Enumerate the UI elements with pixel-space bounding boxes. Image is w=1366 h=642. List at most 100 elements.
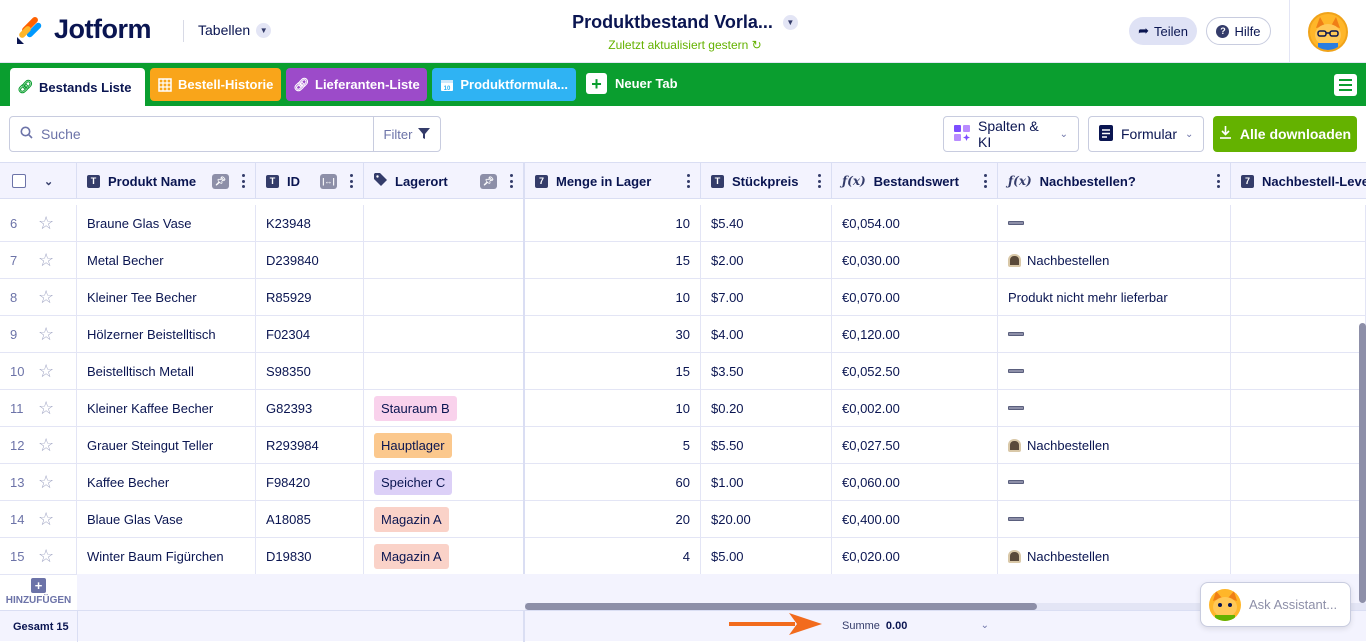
id-cell[interactable]: R85929 — [256, 279, 364, 315]
quantity-cell[interactable]: 4 — [525, 538, 701, 574]
form-button[interactable]: Formular ⌄ — [1088, 116, 1204, 152]
reorder-level-cell[interactable] — [1231, 464, 1366, 500]
column-header-reorder[interactable]: ƒ(x) Nachbestellen? — [998, 163, 1231, 199]
column-menu-icon[interactable] — [350, 174, 353, 188]
star-icon[interactable]: ☆ — [38, 362, 54, 380]
product-name-cell[interactable]: Kleiner Kaffee Becher — [77, 390, 256, 426]
location-cell[interactable]: Magazin A — [364, 538, 524, 574]
product-name-cell[interactable]: Kleiner Tee Becher — [77, 279, 256, 315]
star-icon[interactable]: ☆ — [38, 325, 54, 343]
tab-bestell-historie[interactable]: Bestell-Historie — [150, 68, 281, 101]
quantity-cell[interactable]: 10 — [525, 205, 701, 241]
stock-value-cell[interactable]: €0,002.00 — [832, 390, 998, 426]
column-menu-icon[interactable] — [687, 174, 690, 188]
table-row[interactable]: 6 ☆ Braune Glas Vase K23948 10 $5.40 €0,054.00 — [0, 205, 1366, 242]
quantity-cell[interactable]: 60 — [525, 464, 701, 500]
add-row-button[interactable]: + HINZUFÜGEN — [0, 574, 77, 610]
unit-price-cell[interactable]: $5.50 — [701, 427, 832, 463]
stock-value-cell[interactable]: €0,052.50 — [832, 353, 998, 389]
reorder-level-cell[interactable] — [1231, 242, 1366, 278]
quantity-cell[interactable]: 30 — [525, 316, 701, 352]
product-name-cell[interactable]: Beistelltisch Metall — [77, 353, 256, 389]
table-row[interactable]: 10 ☆ Beistelltisch Metall S98350 15 $3.50 €0,0… — [0, 353, 1366, 390]
stock-value-cell[interactable]: €0,070.00 — [832, 279, 998, 315]
table-row[interactable]: 9 ☆ Hölzerner Beistelltisch F02304 30 $4.00 €0… — [0, 316, 1366, 353]
quantity-cell[interactable]: 15 — [525, 242, 701, 278]
select-all-checkbox[interactable] — [12, 174, 26, 188]
tables-menu[interactable]: Tabellen ▼ — [198, 22, 272, 38]
unit-price-cell[interactable]: $0.20 — [701, 390, 832, 426]
reorder-level-cell[interactable] — [1231, 279, 1366, 315]
new-tab-button[interactable]: + Neuer Tab — [586, 73, 678, 94]
hamburger-menu-button[interactable] — [1334, 74, 1357, 96]
stock-value-cell[interactable]: €0,030.00 — [832, 242, 998, 278]
quantity-cell[interactable]: 5 — [525, 427, 701, 463]
id-cell[interactable]: A18085 — [256, 501, 364, 537]
ask-assistant-button[interactable]: Ask Assistant... — [1200, 582, 1351, 627]
vertical-scrollbar-thumb[interactable] — [1359, 323, 1366, 603]
column-header-location[interactable]: Lagerort 📌︎ — [364, 163, 524, 199]
product-name-cell[interactable]: Winter Baum Figürchen — [77, 538, 256, 574]
tab-lieferanten-liste[interactable]: 🔗︎ Lieferanten-Liste — [286, 68, 427, 101]
reorder-cell[interactable] — [998, 464, 1231, 500]
reorder-cell[interactable] — [998, 353, 1231, 389]
width-icon[interactable]: |↔| — [320, 174, 337, 189]
id-cell[interactable]: K23948 — [256, 205, 364, 241]
star-icon[interactable]: ☆ — [38, 510, 54, 528]
column-menu-icon[interactable] — [510, 174, 513, 188]
id-cell[interactable]: D239840 — [256, 242, 364, 278]
location-cell[interactable] — [364, 205, 524, 241]
reorder-cell[interactable] — [998, 316, 1231, 352]
search-input[interactable] — [41, 126, 341, 142]
location-cell[interactable] — [364, 353, 524, 389]
tab-options-icon[interactable]: ⋮ — [141, 79, 145, 96]
stock-value-cell[interactable]: €0,027.50 — [832, 427, 998, 463]
stock-value-cell[interactable]: €0,054.00 — [832, 205, 998, 241]
unit-price-cell[interactable]: $1.00 — [701, 464, 832, 500]
quantity-cell[interactable]: 15 — [525, 353, 701, 389]
table-row[interactable]: 7 ☆ Metal Becher D239840 15 $2.00 €0,030.00 Nac… — [0, 242, 1366, 279]
unit-price-cell[interactable]: $5.00 — [701, 538, 832, 574]
document-title[interactable]: Produktbestand Vorla... ▼ — [572, 12, 798, 33]
reorder-level-cell[interactable] — [1231, 316, 1366, 352]
reorder-cell[interactable] — [998, 501, 1231, 537]
chevron-down-icon[interactable]: ⌄ — [44, 175, 53, 188]
reorder-cell[interactable]: Nachbestellen — [998, 242, 1231, 278]
stock-value-cell[interactable]: €0,020.00 — [832, 538, 998, 574]
product-name-cell[interactable]: Blaue Glas Vase — [77, 501, 256, 537]
table-row[interactable]: 13 ☆ Kaffee Becher F98420 Speicher C 60 $1.00 €… — [0, 464, 1366, 501]
help-button[interactable]: ? Hilfe — [1206, 17, 1271, 45]
column-header-unit-price[interactable]: T Stückpreis — [701, 163, 832, 199]
reorder-level-cell[interactable] — [1231, 501, 1366, 537]
id-cell[interactable]: F02304 — [256, 316, 364, 352]
unit-price-cell[interactable]: $4.00 — [701, 316, 832, 352]
quantity-cell[interactable]: 10 — [525, 390, 701, 426]
column-header-product-name[interactable]: T Produkt Name 📌︎ — [77, 163, 256, 199]
product-name-cell[interactable]: Braune Glas Vase — [77, 205, 256, 241]
unit-price-cell[interactable]: $20.00 — [701, 501, 832, 537]
tab-bestands-liste[interactable]: 🔗︎ Bestands Liste ⋮ — [10, 68, 145, 106]
column-header-stock-value[interactable]: ƒ(x) Bestandswert — [832, 163, 998, 199]
pin-icon[interactable]: 📌︎ — [480, 174, 497, 189]
id-cell[interactable]: S98350 — [256, 353, 364, 389]
stock-value-cell[interactable]: €0,120.00 — [832, 316, 998, 352]
id-cell[interactable]: G82393 — [256, 390, 364, 426]
table-row[interactable]: 14 ☆ Blaue Glas Vase A18085 Magazin A 20 $20.0… — [0, 501, 1366, 538]
reorder-level-cell[interactable] — [1231, 390, 1366, 426]
sum-aggregate[interactable]: Summe 0.00 ⌄ — [832, 610, 997, 641]
unit-price-cell[interactable]: $3.50 — [701, 353, 832, 389]
reorder-cell[interactable] — [998, 205, 1231, 241]
star-icon[interactable]: ☆ — [38, 399, 54, 417]
unit-price-cell[interactable]: $7.00 — [701, 279, 832, 315]
jotform-logo[interactable]: Jotform — [16, 14, 152, 45]
columns-ai-button[interactable]: Spalten & KI ⌄ — [943, 116, 1079, 152]
reorder-level-cell[interactable] — [1231, 205, 1366, 241]
title-chevron-down-icon[interactable]: ▼ — [782, 15, 798, 30]
avatar[interactable] — [1308, 12, 1348, 52]
column-menu-icon[interactable] — [818, 174, 821, 188]
column-menu-icon[interactable] — [1217, 174, 1220, 188]
location-cell[interactable]: Hauptlager — [364, 427, 524, 463]
column-header-quantity[interactable]: 7 Menge in Lager — [525, 163, 701, 199]
horizontal-scrollbar-thumb[interactable] — [525, 603, 1037, 610]
id-cell[interactable]: D19830 — [256, 538, 364, 574]
